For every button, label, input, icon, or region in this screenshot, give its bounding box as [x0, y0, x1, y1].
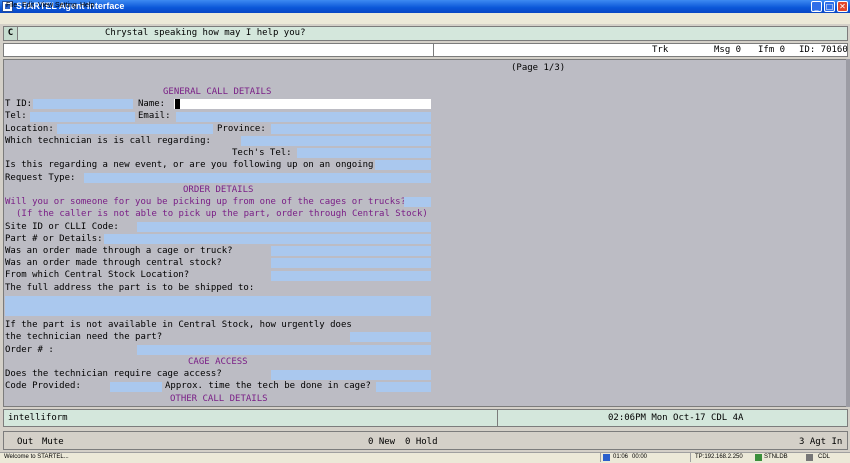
taskbar-welcome: Welcome to STARTEL... [4, 454, 69, 460]
site-id-field[interactable] [137, 222, 431, 232]
mode-indicator: C [4, 27, 18, 40]
hold-calls-count: 0 Hold [405, 437, 438, 447]
status-divider [497, 409, 498, 427]
location-field[interactable] [57, 124, 213, 134]
code-provided-field[interactable] [110, 382, 162, 392]
taskbar-time2: 00:00 [632, 454, 648, 460]
taskbar-separator [600, 453, 601, 462]
part-label: Part # or Details: [5, 234, 103, 244]
taskbar-time1: 01:06 [613, 454, 629, 460]
name-field[interactable] [174, 99, 431, 109]
title-bar [0, 0, 850, 13]
cage-access-question: Does the technician require cage access? [5, 369, 222, 379]
taskbar-separator [690, 453, 691, 462]
menu-help[interactable]: Help [80, 1, 94, 10]
other-call-details-header: OTHER CALL DETAILS [170, 394, 268, 404]
close-button[interactable]: ✕ [837, 1, 848, 12]
request-type-field[interactable] [84, 173, 431, 183]
code-provided-label: Code Provided: [5, 381, 81, 391]
page-indicator: (Page 1/3) [511, 63, 566, 73]
order-central-question: Was an order made through central stock? [5, 258, 222, 268]
general-call-details-header: GENERAL CALL DETAILS [163, 87, 272, 97]
urgent-question-line2: the technician need the part? [5, 332, 163, 342]
taskbar-ip: TP:192.168.2.250 [695, 454, 743, 460]
tel-label: Tel: [5, 111, 27, 121]
order-cage-question: Was an order made through a cage or truc… [5, 246, 233, 256]
request-type-label: Request Type: [5, 173, 76, 183]
ifm-counter: Ifm 0 [758, 45, 786, 55]
form-scrollbar[interactable] [846, 59, 850, 407]
trk-counter: Trk [652, 45, 669, 55]
central-location-question: From which Central Stock Location? [5, 270, 190, 280]
approx-time-field[interactable] [376, 382, 431, 392]
central-location-field[interactable] [271, 271, 431, 281]
province-field[interactable] [271, 124, 431, 134]
menu-setting[interactable]: Setting [55, 1, 77, 10]
order-number-field[interactable] [137, 345, 431, 355]
new-event-field[interactable] [375, 160, 431, 170]
minimize-button[interactable]: _ [811, 1, 822, 12]
status-time: 02:06PM Mon Oct-17 CDL 4A [608, 413, 744, 423]
phone-icon [603, 454, 610, 461]
cage-access-field[interactable] [271, 370, 431, 380]
agent-id: ID: 70160 [799, 45, 848, 55]
location-label: Location: [5, 124, 54, 134]
pickup-question: Will you or someone for you be picking u… [5, 197, 406, 207]
address-field[interactable] [5, 296, 431, 316]
urgent-field[interactable] [350, 332, 431, 342]
site-id-label: Site ID or CLLI Code: [5, 222, 119, 232]
urgent-question-line1: If the part is not available in Central … [5, 320, 352, 330]
active-app-name: intelliform [8, 413, 68, 423]
order-number-label: Order # : [5, 345, 54, 355]
taskbar-db: STNLDB [764, 454, 788, 460]
pickup-field[interactable] [404, 197, 431, 207]
maximize-button[interactable]: □ [824, 1, 835, 12]
order-details-header: ORDER DETAILS [183, 185, 254, 195]
part-field[interactable] [104, 234, 431, 244]
tid-label: T ID: [5, 99, 33, 109]
counters-divider [433, 43, 434, 57]
address-question: The full address the part is to be shipp… [5, 283, 255, 293]
out-button[interactable]: Out [17, 437, 33, 448]
email-field[interactable] [176, 112, 431, 122]
new-event-question: Is this regarding a new event, or are yo… [5, 160, 374, 170]
order-central-field[interactable] [271, 258, 431, 268]
approx-time-question: Approx. time the tech be done in cage? [165, 381, 371, 391]
order-cage-field[interactable] [271, 246, 431, 256]
new-calls-count: 0 New [368, 437, 396, 447]
network-icon [806, 454, 813, 461]
database-icon [755, 454, 762, 461]
agents-in-count: 3 Agt In [799, 437, 843, 447]
name-label: Name: [138, 99, 166, 109]
province-label: Province: [217, 124, 266, 134]
cage-access-header: CAGE ACCESS [188, 357, 248, 367]
menu-view[interactable]: View [38, 1, 53, 10]
email-label: Email: [138, 111, 171, 121]
menu-bar [0, 13, 850, 24]
tel-field[interactable] [30, 112, 135, 122]
tid-field[interactable] [33, 99, 133, 109]
technician-question: Which technician is is call regarding: [5, 136, 211, 146]
menu-edit[interactable]: Edit [22, 1, 34, 10]
techs-tel-label: Tech's Tel: [232, 148, 292, 158]
technician-field[interactable] [241, 136, 431, 146]
msg-counter: Msg 0 [714, 45, 742, 55]
mute-button[interactable]: Mute [42, 437, 64, 448]
pickup-note: (If the caller is not able to pick up th… [16, 209, 428, 219]
greeting-text: Chrystal speaking how may I help you? [105, 28, 306, 38]
taskbar-cdl: CDL [818, 454, 831, 460]
menu-file[interactable]: File [6, 1, 17, 10]
techs-tel-field[interactable] [297, 148, 431, 158]
text-cursor [175, 99, 180, 109]
